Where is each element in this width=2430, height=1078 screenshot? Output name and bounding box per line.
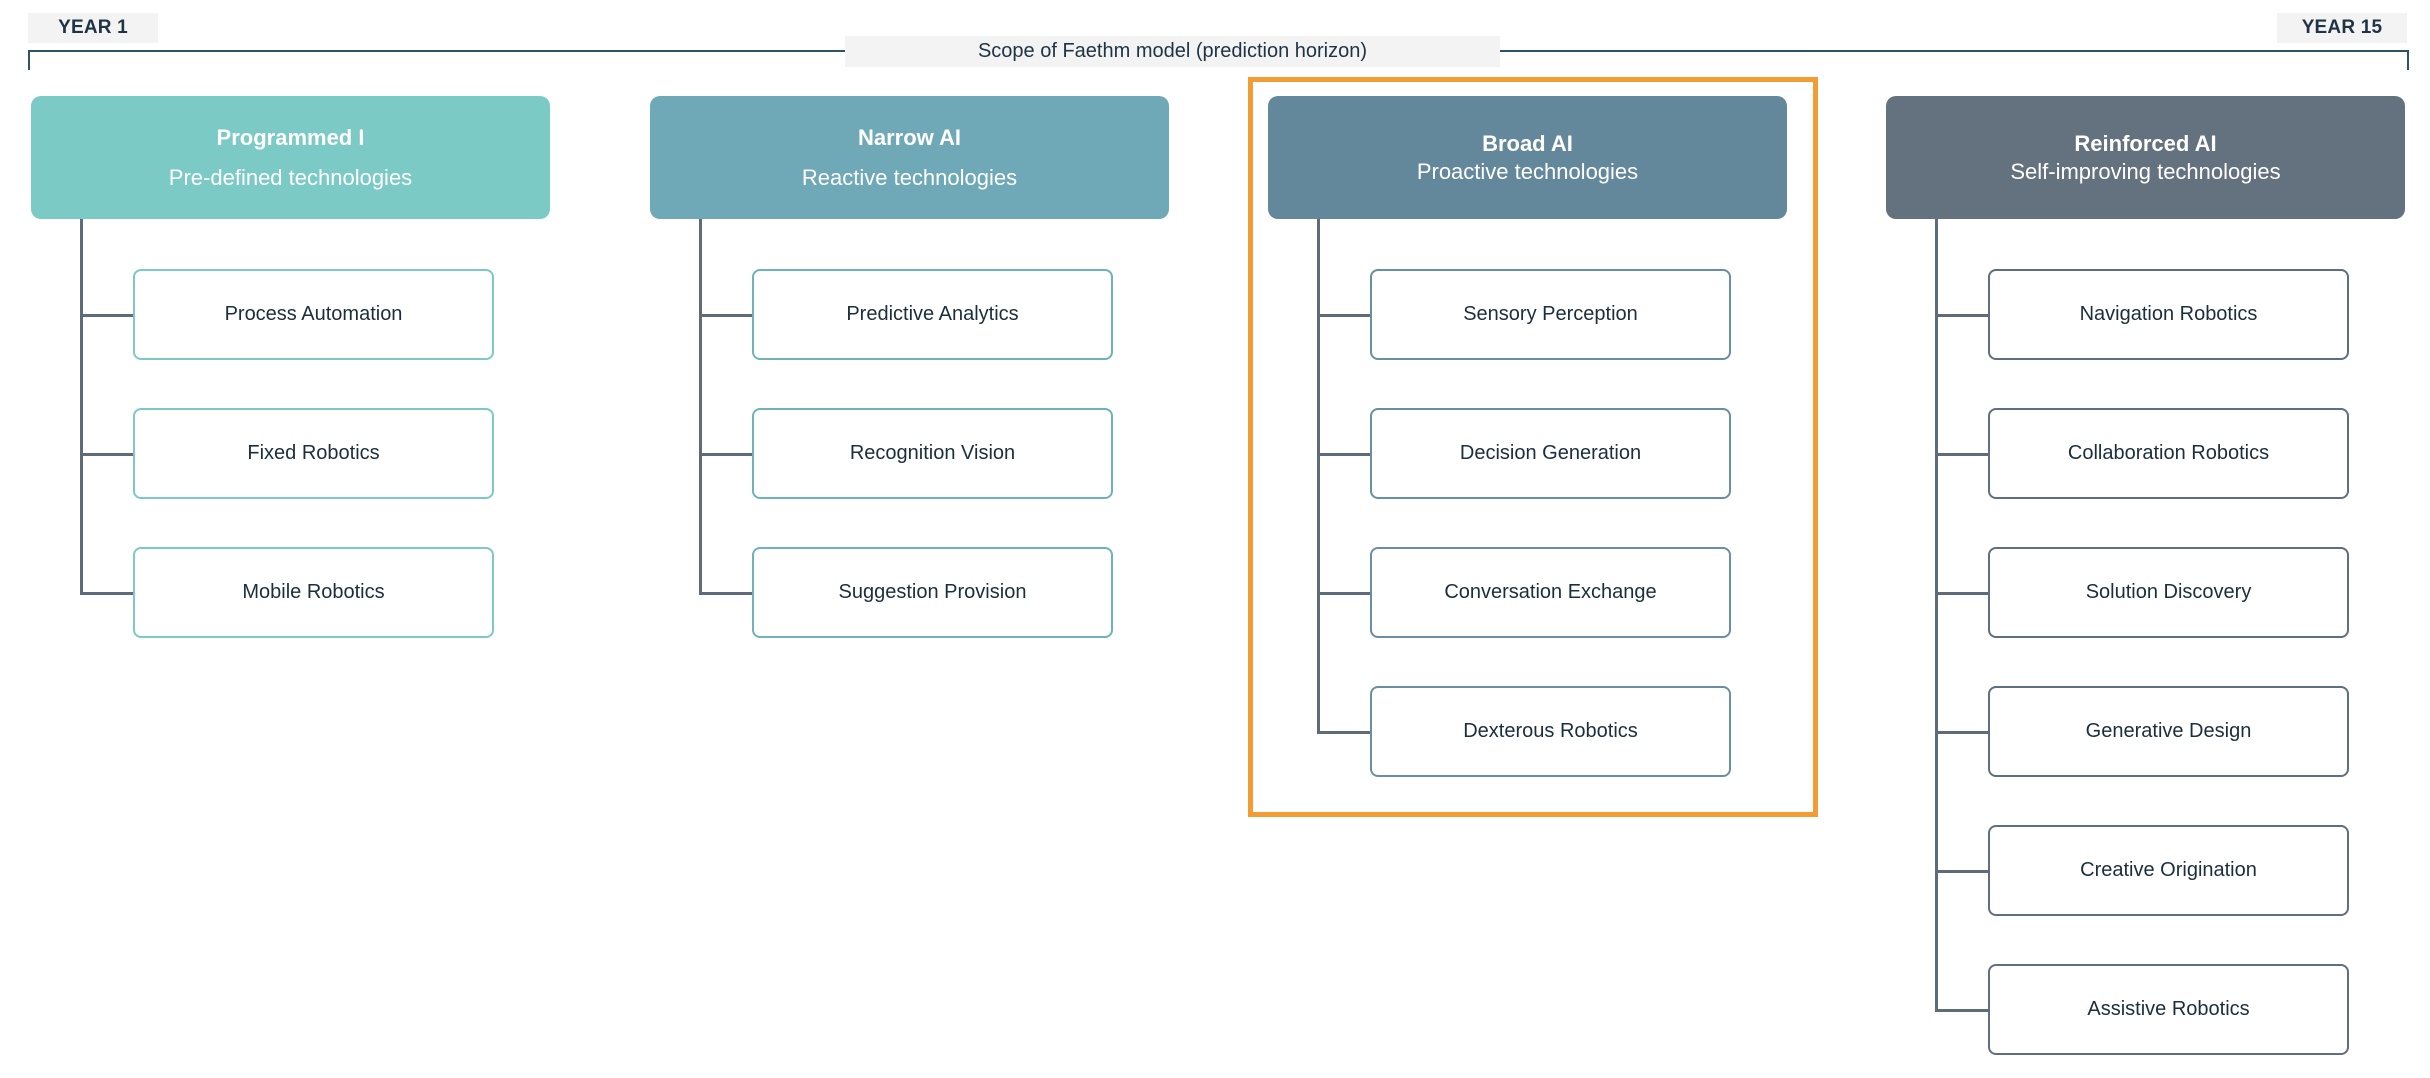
connector-trunk [699, 219, 702, 595]
timeline-bracket-right [1500, 50, 2409, 52]
technology-item: Creative Origination [1988, 825, 2349, 916]
column-title: Reinforced AI [2074, 130, 2217, 156]
year-end-label: YEAR 15 [2277, 13, 2407, 43]
connector-trunk [80, 219, 83, 595]
technology-item: Collaboration Robotics [1988, 408, 2349, 499]
column-title: Programmed I [216, 124, 365, 150]
technology-item: Conversation Exchange [1370, 547, 1731, 638]
timeline-bracket-start-tick [28, 50, 30, 70]
technology-item: Sensory Perception [1370, 269, 1731, 360]
column-subtitle: Pre-defined technologies [168, 164, 413, 190]
technology-item: Mobile Robotics [133, 547, 494, 638]
connector-branch [1935, 314, 1988, 317]
column-subtitle: Reactive technologies [801, 164, 1018, 190]
connector-branch [1935, 592, 1988, 595]
technology-item: Fixed Robotics [133, 408, 494, 499]
technology-item: Decision Generation [1370, 408, 1731, 499]
technology-item: Recognition Vision [752, 408, 1113, 499]
technology-item: Navigation Robotics [1988, 269, 2349, 360]
connector-trunk [1935, 219, 1938, 1012]
scope-label: Scope of Faethm model (prediction horizo… [845, 36, 1500, 67]
technology-item: Predictive Analytics [752, 269, 1113, 360]
connector-branch [1317, 453, 1370, 456]
connector-trunk [1317, 219, 1320, 734]
technology-item: Suggestion Provision [752, 547, 1113, 638]
connector-branch [1317, 314, 1370, 317]
connector-branch [1935, 1009, 1988, 1012]
connector-branch [699, 314, 752, 317]
connector-branch [80, 592, 133, 595]
connector-branch [1935, 870, 1988, 873]
timeline-bracket-left [28, 50, 845, 52]
connector-branch [80, 453, 133, 456]
technology-item: Assistive Robotics [1988, 964, 2349, 1055]
technology-item: Dexterous Robotics [1370, 686, 1731, 777]
technology-item: Generative Design [1988, 686, 2349, 777]
connector-branch [699, 592, 752, 595]
column-title: Broad AI [1482, 130, 1573, 156]
connector-branch [1935, 453, 1988, 456]
technology-item: Solution Discovery [1988, 547, 2349, 638]
timeline-bracket-end-tick [2407, 50, 2409, 70]
connector-branch [1935, 731, 1988, 734]
connector-branch [1317, 731, 1370, 734]
column-header: Reinforced AI Self-improving technologie… [1886, 96, 2405, 219]
column-header: Narrow AI Reactive technologies [650, 96, 1169, 219]
column-subtitle: Proactive technologies [1416, 158, 1639, 184]
column-header: Broad AI Proactive technologies [1268, 96, 1787, 219]
year-start-label: YEAR 1 [28, 13, 158, 43]
column-title: Narrow AI [857, 124, 962, 150]
column-subtitle: Self-improving technologies [2010, 158, 2281, 184]
technology-item: Process Automation [133, 269, 494, 360]
column-header: Programmed I Pre-defined technologies [31, 96, 550, 219]
connector-branch [699, 453, 752, 456]
connector-branch [80, 314, 133, 317]
connector-branch [1317, 592, 1370, 595]
